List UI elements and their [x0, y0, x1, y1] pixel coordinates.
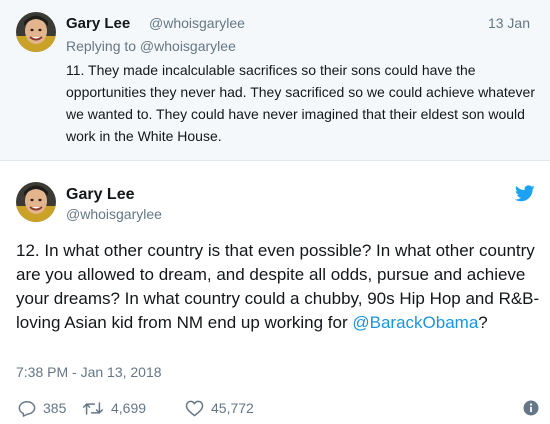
heart-icon [185, 400, 204, 416]
like-button[interactable]: 45,772 [185, 398, 254, 418]
author-handle[interactable]: @whoisgarylee [149, 15, 245, 31]
tweet-text-end: ? [478, 313, 488, 332]
avatar[interactable] [16, 12, 56, 52]
tweet-actions: 385 4,699 45,772 [18, 398, 543, 418]
twitter-bird-icon[interactable] [514, 185, 535, 202]
replying-to-label: Replying to @whoisgarylee [66, 38, 236, 54]
reply-tweet-text: 11. They made incalculable sacrifices so… [66, 62, 536, 144]
info-icon[interactable] [523, 400, 539, 421]
author-name[interactable]: Gary Lee [66, 15, 130, 32]
retweet-button[interactable]: 4,699 [82, 398, 146, 418]
tweet-timestamp[interactable]: 7:38 PM - Jan 13, 2018 [16, 364, 162, 380]
like-count: 45,772 [211, 400, 254, 416]
reply-count: 385 [43, 400, 67, 416]
author-handle[interactable]: @whoisgarylee [66, 206, 162, 222]
main-tweet-text: 12. In what other country is that even p… [16, 239, 544, 335]
reply-bubble-icon [18, 400, 36, 417]
main-tweet: Gary Lee @whoisgarylee 12. In what other… [0, 161, 550, 424]
reply-button[interactable]: 385 [18, 398, 66, 418]
retweet-icon [82, 401, 104, 415]
avatar[interactable] [16, 182, 56, 222]
mention-link[interactable]: @BarackObama [352, 313, 478, 332]
author-name[interactable]: Gary Lee [66, 186, 134, 204]
retweet-count: 4,699 [111, 400, 147, 416]
tweet-date[interactable]: 13 Jan [488, 15, 530, 31]
reply-tweet[interactable]: Gary Lee @whoisgarylee 13 Jan Replying t… [0, 0, 550, 161]
